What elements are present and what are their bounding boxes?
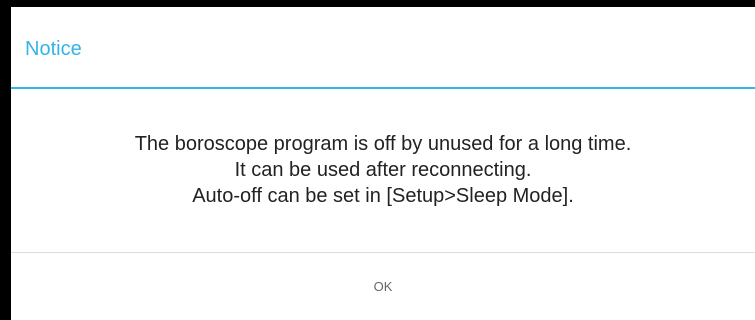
dialog-title: Notice [25, 38, 82, 60]
message-line-1: The boroscope program is off by unused f… [134, 133, 632, 155]
ok-button[interactable]: OK [11, 253, 755, 320]
message-line-3: Auto-off can be set in [Setup>Sleep Mode… [192, 185, 574, 207]
notice-dialog: Notice The boroscope program is off by u… [11, 7, 755, 320]
dialog-message: The boroscope program is off by unused f… [11, 131, 755, 209]
dialog-title-bar: Notice [11, 7, 755, 89]
message-line-2: It can be used after reconnecting. [234, 159, 532, 181]
